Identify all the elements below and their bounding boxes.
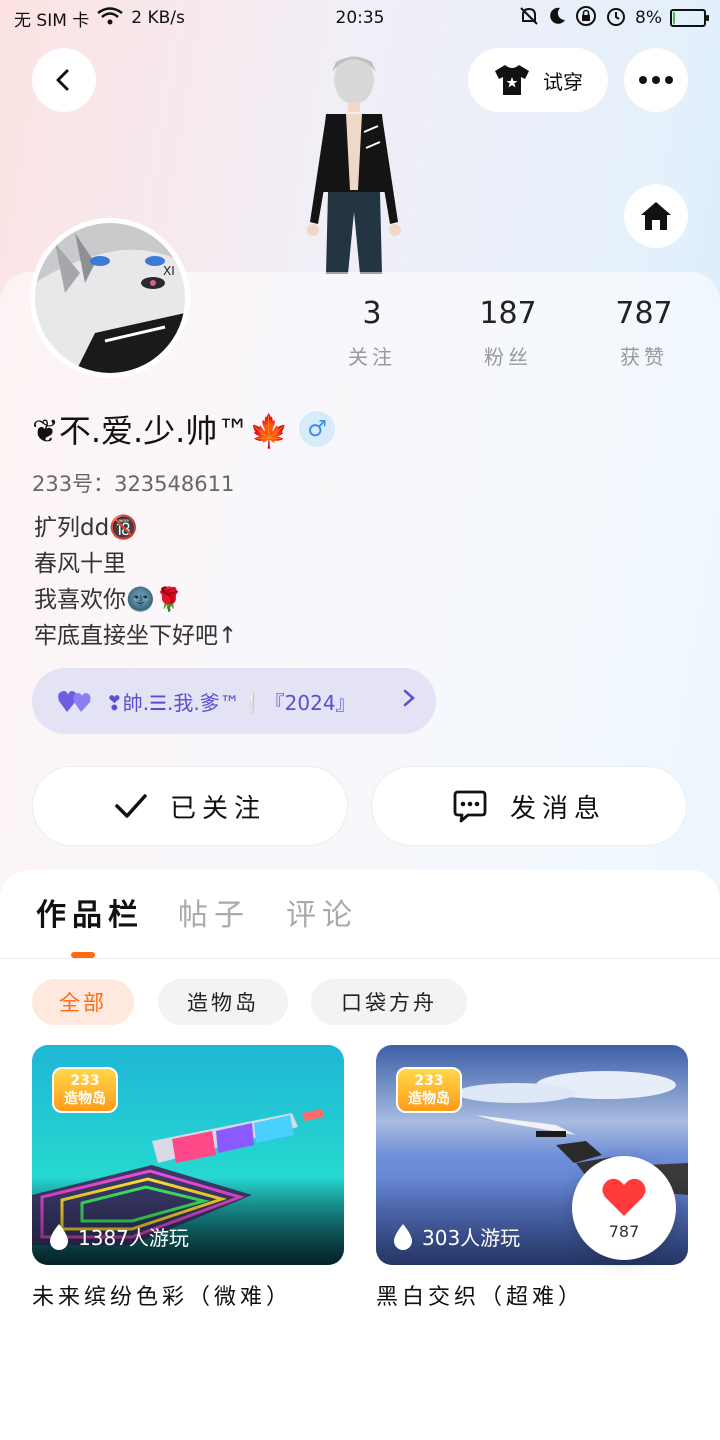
svg-text:XI: XI (163, 264, 175, 278)
check-icon (115, 794, 147, 818)
flame-icon (394, 1223, 412, 1250)
try-on-button[interactable]: 试穿 (468, 48, 608, 112)
user-id: 233号：323548611 (32, 472, 235, 496)
game-thumbnail: 233 造物岛 1387人游玩 (32, 1045, 344, 1265)
bio-line: 牢底直接坐下好吧↑ (34, 623, 238, 649)
bio-line: 我喜欢你🌚🌹 (34, 587, 184, 613)
chat-bubble-icon (453, 790, 487, 823)
game-title: 黑白交织（超难） (376, 1285, 585, 1310)
chevron-left-icon (56, 69, 69, 91)
tab-bar: 作品栏 帖子 评论 (0, 890, 720, 960)
profile-name-row: ❦不.爱.少.帅™🍁 ♂ (32, 406, 336, 452)
battery-icon (670, 9, 709, 27)
home-button[interactable] (624, 184, 688, 248)
stat-likes[interactable]: 787 获赞 (584, 296, 704, 370)
heart-icon (602, 1178, 646, 1216)
follow-label: 已关注 (169, 793, 266, 824)
more-dots-icon (639, 76, 673, 84)
game-card[interactable]: 233 造物岛 1387人游玩 未来缤纷色彩（微难） (32, 1045, 344, 1311)
tab-comments[interactable]: 评论 (286, 890, 358, 934)
profile-name: ❦不.爱.少.帅™🍁 (32, 412, 290, 450)
stat-followers[interactable]: 187 粉丝 (448, 296, 568, 370)
play-count: 303人游玩 (392, 1222, 520, 1251)
play-count: 1387人游玩 (48, 1222, 189, 1251)
bio-line: 春风十里 (34, 551, 126, 577)
group-badge[interactable]: ❣帥.☰.我.爹™❕『2024』 (32, 668, 436, 734)
clock: 20:35 (335, 8, 385, 28)
follow-button[interactable]: 已关注 (32, 766, 348, 846)
tab-works[interactable]: 作品栏 (36, 890, 144, 934)
like-count: 787 (608, 1221, 640, 1241)
avatar[interactable]: XI (30, 218, 190, 378)
stat-value: 787 (615, 296, 673, 331)
group-name: ❣帥.☰.我.爹™❕『2024』 (106, 690, 356, 715)
creation-island-logo: 233 造物岛 (396, 1067, 462, 1113)
stat-value: 3 (362, 296, 382, 331)
stat-following[interactable]: 3 关注 (312, 296, 432, 370)
stat-label: 粉丝 (484, 345, 532, 369)
filter-all[interactable]: 全部 (32, 979, 134, 1025)
stat-label: 关注 (348, 345, 396, 369)
game-title: 未来缤纷色彩（微难） (32, 1285, 293, 1310)
filter-creation-island[interactable]: 造物岛 (158, 979, 288, 1025)
tshirt-icon (495, 65, 529, 95)
chevron-right-icon (402, 688, 416, 714)
stat-value: 187 (479, 296, 537, 331)
bio-line: 扩列dd🔞 (34, 515, 138, 541)
creation-island-logo: 233 造物岛 (52, 1067, 118, 1113)
message-button[interactable]: 发消息 (371, 766, 687, 846)
home-icon (641, 202, 671, 230)
gender-male-icon: ♂ (299, 411, 336, 447)
more-button[interactable] (624, 48, 688, 112)
avatar-3d-character (292, 52, 416, 274)
like-button[interactable]: 787 (572, 1156, 676, 1260)
flame-icon (50, 1223, 68, 1250)
filter-pocket-ark[interactable]: 口袋方舟 (311, 979, 467, 1025)
tab-posts[interactable]: 帖子 (178, 890, 250, 934)
hearts-icon (58, 691, 91, 712)
divider (0, 958, 720, 959)
bio: 扩列dd🔞 春风十里 我喜欢你🌚🌹 牢底直接坐下好吧↑ (34, 510, 237, 654)
status-bar: 无 SIM 卡 2 KB/s 20:35 8% (0, 0, 720, 36)
back-button[interactable] (32, 48, 96, 112)
try-on-label: 试穿 (543, 69, 583, 94)
stat-label: 获赞 (620, 345, 668, 369)
message-label: 发消息 (509, 793, 606, 824)
